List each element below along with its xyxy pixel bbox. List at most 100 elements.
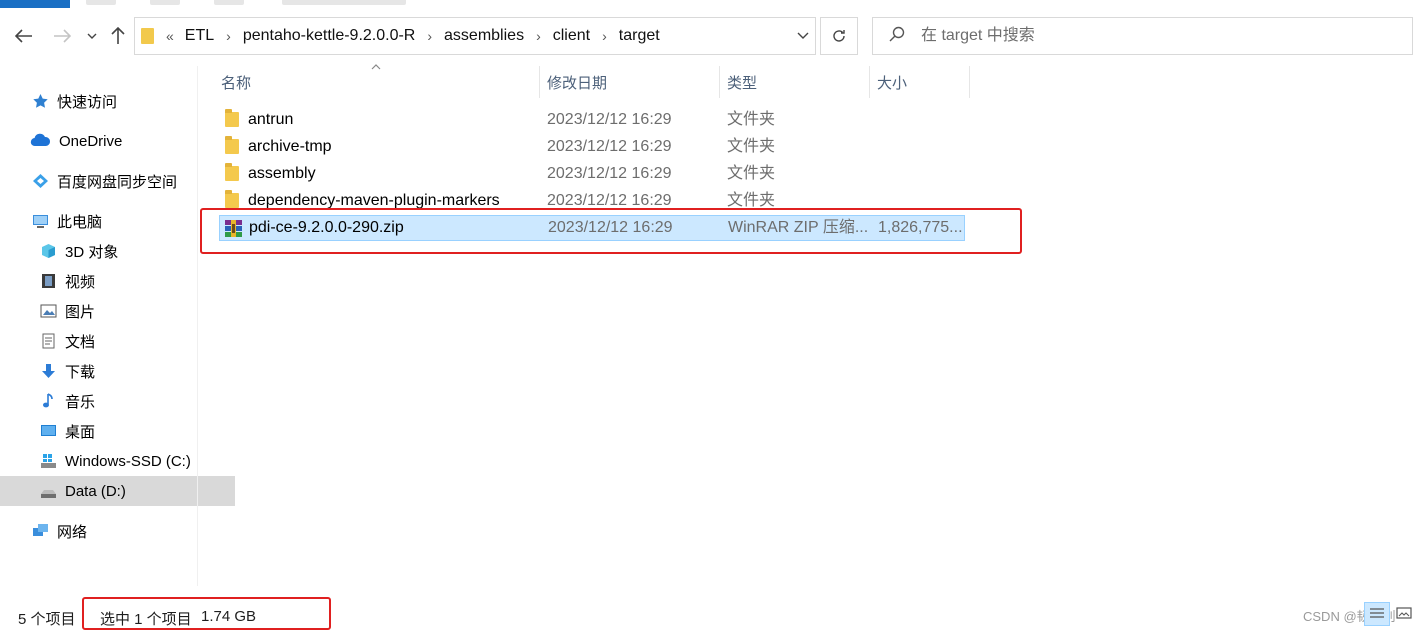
- document-icon: [40, 333, 57, 349]
- breadcrumb-item[interactable]: client: [553, 27, 590, 45]
- file-row[interactable]: archive-tmp 2023/12/12 16:29 文件夹: [219, 134, 965, 160]
- column-header-label: 修改日期: [547, 74, 608, 92]
- sidebar-item-label: 音乐: [65, 393, 96, 411]
- folder-icon: [225, 136, 239, 154]
- file-type: 文件夹: [727, 165, 776, 182]
- ribbon-tab[interactable]: [86, 0, 116, 5]
- sidebar-item-label: 视频: [65, 273, 96, 291]
- forward-button[interactable]: [48, 22, 76, 50]
- baidu-netdisk-icon: [32, 173, 49, 189]
- download-icon: [40, 363, 57, 379]
- breadcrumb-item[interactable]: ETL: [185, 27, 214, 45]
- sidebar-item-network[interactable]: 网络: [0, 516, 227, 546]
- recent-locations-button[interactable]: [79, 22, 105, 50]
- sidebar-item-downloads[interactable]: 下载: [0, 356, 235, 386]
- column-header-name[interactable]: 名称: [214, 66, 540, 98]
- navigation-pane: 快速访问 OneDrive 百度网盘同步空间 此电脑 3D 对象 视频 图片 文…: [0, 80, 235, 560]
- sidebar-item-onedrive[interactable]: OneDrive: [0, 126, 225, 156]
- up-button[interactable]: [104, 22, 132, 50]
- sidebar-item-label: 3D 对象: [65, 243, 119, 261]
- breadcrumb-overflow[interactable]: «: [166, 28, 174, 44]
- refresh-button[interactable]: [820, 17, 858, 55]
- file-name: archive-tmp: [248, 138, 332, 155]
- sidebar-item-label: 图片: [65, 303, 96, 321]
- sidebar-item-data-drive[interactable]: Data (D:): [0, 476, 235, 506]
- column-header-size[interactable]: 大小: [870, 66, 970, 98]
- arrow-left-icon: [15, 29, 32, 43]
- arrow-up-icon: [111, 27, 125, 44]
- file-name: antrun: [248, 111, 294, 128]
- sidebar-item-label: 百度网盘同步空间: [57, 173, 178, 191]
- sidebar-item-desktop[interactable]: 桌面: [0, 416, 235, 446]
- ribbon-tab[interactable]: [214, 0, 244, 5]
- sidebar-item-label: 网络: [57, 523, 88, 541]
- sidebar-item-label: Data (D:): [65, 482, 126, 500]
- windows-drive-icon: [40, 453, 57, 469]
- sidebar-item-videos[interactable]: 视频: [0, 266, 235, 296]
- file-row[interactable]: assembly 2023/12/12 16:29 文件夹: [219, 161, 965, 187]
- chevron-right-icon[interactable]: ›: [427, 28, 432, 44]
- ribbon: [0, 0, 1417, 8]
- file-row[interactable]: antrun 2023/12/12 16:29 文件夹: [219, 107, 965, 133]
- sidebar-item-pictures[interactable]: 图片: [0, 296, 235, 326]
- back-button[interactable]: [10, 22, 38, 50]
- breadcrumb-item[interactable]: assemblies: [444, 27, 524, 45]
- sidebar-item-documents[interactable]: 文档: [0, 326, 235, 356]
- selected-count: 选中 1 个项目: [100, 611, 192, 628]
- sidebar-item-label: 下载: [65, 363, 96, 381]
- file-tab[interactable]: [0, 0, 70, 8]
- star-icon: [32, 93, 49, 109]
- address-dropdown-button[interactable]: [797, 28, 809, 43]
- file-date: 2023/12/12 16:29: [547, 165, 672, 182]
- file-type: 文件夹: [727, 138, 776, 155]
- sidebar-item-windows-ssd[interactable]: Windows-SSD (C:): [0, 446, 235, 476]
- search-input[interactable]: [919, 26, 1383, 46]
- sidebar-item-label: 文档: [65, 333, 96, 351]
- chevron-right-icon[interactable]: ›: [536, 28, 541, 44]
- search-icon: [889, 26, 905, 46]
- chevron-right-icon[interactable]: ›: [226, 28, 231, 44]
- sidebar-item-this-pc[interactable]: 此电脑: [0, 206, 227, 236]
- sidebar-item-label: 桌面: [65, 423, 96, 441]
- file-name: assembly: [248, 165, 316, 182]
- arrow-right-icon: [54, 29, 71, 43]
- sidebar-item-label: Windows-SSD (C:): [65, 452, 191, 470]
- column-header-label: 大小: [877, 74, 908, 92]
- sidebar-item-label: OneDrive: [59, 132, 123, 150]
- address-bar[interactable]: « ETL › pentaho-kettle-9.2.0.0-R › assem…: [134, 17, 816, 55]
- annotation-highlight-file: [200, 208, 1022, 254]
- file-date: 2023/12/12 16:29: [547, 138, 672, 155]
- details-view-icon: [1370, 608, 1384, 618]
- music-icon: [40, 393, 57, 409]
- ribbon-tab[interactable]: [150, 0, 180, 5]
- ribbon-tab[interactable]: [282, 0, 406, 5]
- search-box[interactable]: [872, 17, 1413, 55]
- item-count: 5 个项目: [18, 611, 76, 628]
- details-view-button[interactable]: [1364, 602, 1390, 626]
- selected-size: 1.74 GB: [201, 608, 257, 625]
- column-header-type[interactable]: 类型: [720, 66, 870, 98]
- cloud-icon: [30, 133, 51, 149]
- folder-icon: [141, 28, 154, 44]
- status-bar: 5 个项目 选中 1 个项目 1.74 GB: [0, 598, 1417, 631]
- chevron-down-icon: [87, 33, 97, 39]
- breadcrumb-item[interactable]: target: [619, 27, 660, 45]
- folder-icon: [225, 190, 239, 208]
- network-icon: [32, 523, 49, 539]
- cube-3d-icon: [40, 243, 57, 259]
- breadcrumb-item[interactable]: pentaho-kettle-9.2.0.0-R: [243, 27, 416, 45]
- navigation-bar: « ETL › pentaho-kettle-9.2.0.0-R › assem…: [0, 14, 1417, 58]
- large-icons-view-button[interactable]: [1392, 602, 1417, 626]
- sidebar-item-label: 此电脑: [57, 213, 103, 231]
- breadcrumb: « ETL › pentaho-kettle-9.2.0.0-R › assem…: [166, 27, 660, 45]
- sidebar-item-music[interactable]: 音乐: [0, 386, 235, 416]
- column-header-date[interactable]: 修改日期: [540, 66, 720, 98]
- sidebar-item-baidu-netdisk[interactable]: 百度网盘同步空间: [0, 166, 227, 196]
- column-header-label: 名称: [221, 74, 252, 92]
- chevron-right-icon[interactable]: ›: [602, 28, 607, 44]
- refresh-icon: [833, 30, 845, 42]
- folder-icon: [225, 163, 239, 181]
- video-icon: [40, 273, 57, 289]
- sidebar-item-quick-access[interactable]: 快速访问: [0, 86, 227, 116]
- chevron-down-icon: [797, 32, 809, 39]
